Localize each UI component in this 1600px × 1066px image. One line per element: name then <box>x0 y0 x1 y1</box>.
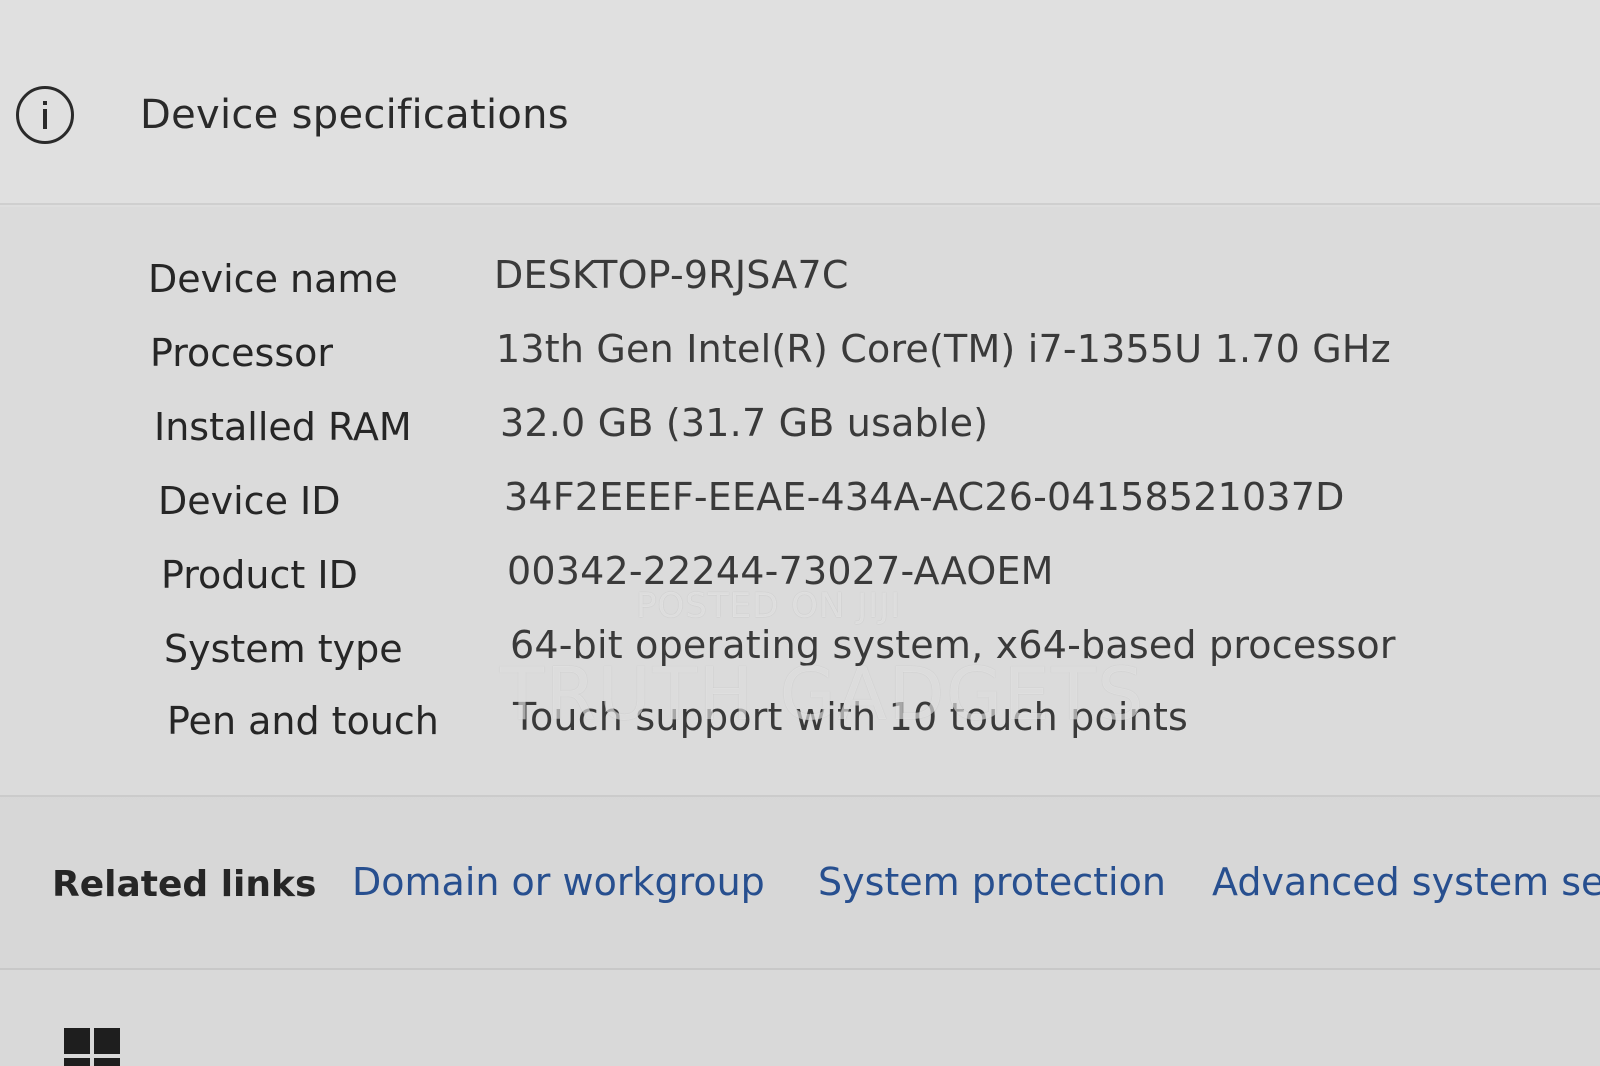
spec-label: Installed RAM <box>154 405 412 449</box>
system-protection-link[interactable]: System protection <box>818 860 1166 904</box>
spec-value[interactable]: DESKTOP-9RJSA7C <box>494 253 849 297</box>
spec-label: Device name <box>148 257 398 301</box>
watermark-posted-on: POSTED ON JIJI <box>636 586 902 626</box>
advanced-system-settings-link[interactable]: Advanced system se <box>1212 860 1600 904</box>
spec-row-device-id: Device ID 34F2EEEF-EEAE-434A-AC26-041585… <box>158 475 1600 535</box>
spec-label: System type <box>164 627 403 671</box>
windows-logo-icon <box>64 1028 120 1066</box>
spec-label: Pen and touch <box>167 699 439 743</box>
domain-or-workgroup-link[interactable]: Domain or workgroup <box>352 860 765 904</box>
watermark-brand: TRUTH GADGETS <box>500 652 1146 736</box>
spec-value[interactable]: 34F2EEEF-EEAE-434A-AC26-04158521037D <box>504 475 1345 519</box>
device-specifications-header[interactable]: Device specifications <box>0 0 1600 205</box>
spec-row-device-name: Device name DESKTOP-9RJSA7C <box>148 253 1600 313</box>
related-links-bar: Related links Domain or workgroup System… <box>0 800 1600 970</box>
spec-value[interactable]: 13th Gen Intel(R) Core(TM) i7-1355U 1.70… <box>496 327 1391 371</box>
spec-label: Processor <box>150 331 334 375</box>
spec-label: Product ID <box>161 553 358 597</box>
settings-screen: Device specifications Device name DESKTO… <box>0 0 1600 1066</box>
spec-row-installed-ram: Installed RAM 32.0 GB (31.7 GB usable) <box>154 401 1600 461</box>
section-title: Device specifications <box>140 92 569 138</box>
info-icon <box>16 86 74 144</box>
bottom-section <box>0 972 1600 1066</box>
spec-label: Device ID <box>158 479 341 523</box>
spec-value[interactable]: 32.0 GB (31.7 GB usable) <box>500 401 988 445</box>
spec-row-processor: Processor 13th Gen Intel(R) Core(TM) i7-… <box>150 327 1600 387</box>
related-links-label: Related links <box>52 864 317 905</box>
